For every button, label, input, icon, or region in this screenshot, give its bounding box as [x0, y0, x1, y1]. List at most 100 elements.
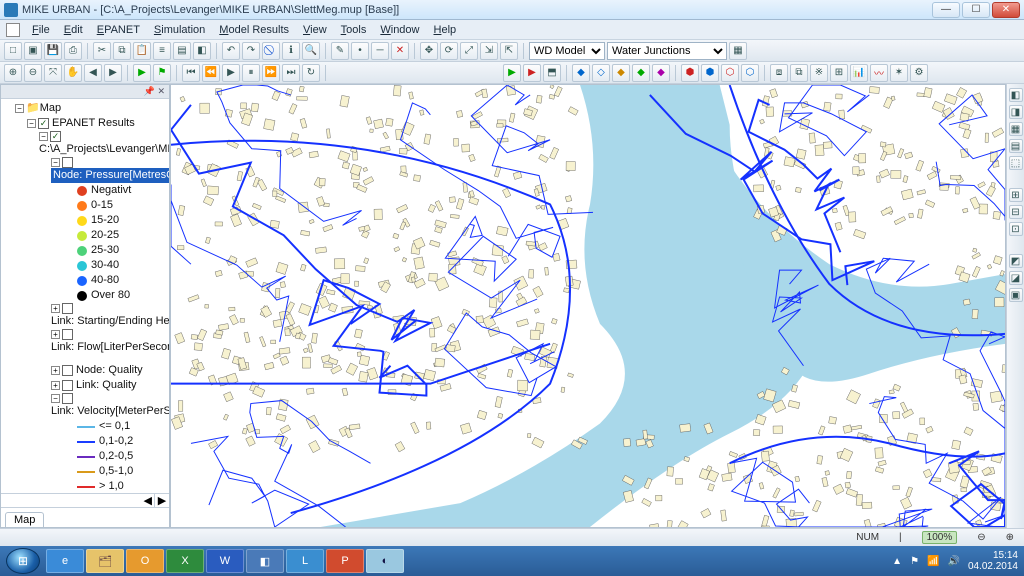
pin-icon[interactable]: 📌 ✕: [144, 86, 165, 97]
twisty-icon[interactable]: −: [51, 394, 60, 403]
redo-icon[interactable]: ↷: [242, 42, 260, 60]
twisty-icon[interactable]: −: [27, 119, 36, 128]
side-icon-k[interactable]: ▣: [1009, 288, 1023, 302]
pencil-icon[interactable]: ✎: [331, 42, 349, 60]
side-icon-b[interactable]: ◨: [1009, 105, 1023, 119]
task-outlook-icon[interactable]: O: [126, 549, 164, 573]
layers-icon[interactable]: ▤: [173, 42, 191, 60]
model-select[interactable]: WD Model: [529, 42, 605, 60]
checkbox[interactable]: [62, 329, 73, 340]
valve-a-icon[interactable]: ⬢: [681, 64, 699, 82]
side-icon-d[interactable]: ▤: [1009, 139, 1023, 153]
node-icon[interactable]: •: [351, 42, 369, 60]
tree-item[interactable]: Link: Velocity[MeterPerS: [51, 404, 169, 419]
prev-view-icon[interactable]: ◀: [84, 64, 102, 82]
water-a-icon[interactable]: ◆: [572, 64, 590, 82]
zoom-plus-icon[interactable]: ⊕: [1006, 532, 1014, 543]
tree-item-selected[interactable]: Node: Pressure[MetresO: [51, 168, 169, 183]
tool-b-icon[interactable]: ⧉: [790, 64, 808, 82]
tree-item[interactable]: EPANET Results: [52, 116, 135, 131]
pan-icon[interactable]: ✋: [64, 64, 82, 82]
close-button[interactable]: ✕: [992, 2, 1020, 18]
twisty-icon[interactable]: +: [51, 366, 60, 375]
join-icon[interactable]: ⇱: [500, 42, 518, 60]
stepback-icon[interactable]: ⏪: [202, 64, 220, 82]
checkbox[interactable]: [38, 118, 49, 129]
task-excel-icon[interactable]: X: [166, 549, 204, 573]
menu-modelresults[interactable]: Model Results: [213, 22, 295, 38]
menu-file[interactable]: File: [26, 22, 56, 38]
tree-item[interactable]: Link: Flow[LiterPerSecon: [51, 340, 169, 355]
tool-e-icon[interactable]: ✶: [890, 64, 908, 82]
undo-icon[interactable]: ↶: [222, 42, 240, 60]
copy-icon[interactable]: ⧉: [113, 42, 131, 60]
print-icon[interactable]: ⎙: [64, 42, 82, 60]
tree-item[interactable]: Link: Quality: [76, 378, 137, 393]
layers-tree[interactable]: −📁 Map −EPANET Results −C:\A_Projects\Le…: [1, 99, 169, 493]
maximize-button[interactable]: ☐: [962, 2, 990, 18]
sim-a-icon[interactable]: ⬒: [543, 64, 561, 82]
checkbox[interactable]: [62, 365, 73, 376]
run-icon[interactable]: ▶: [503, 64, 521, 82]
water-c-icon[interactable]: ◆: [612, 64, 630, 82]
menu-view[interactable]: View: [297, 22, 333, 38]
zoom-in-icon[interactable]: ⊕: [4, 64, 22, 82]
tree-item[interactable]: Node: Quality: [76, 363, 143, 378]
menu-tools[interactable]: Tools: [335, 22, 373, 38]
cut-icon[interactable]: ✂: [93, 42, 111, 60]
new-icon[interactable]: □: [4, 42, 22, 60]
find-icon[interactable]: 🔍: [302, 42, 320, 60]
menu-simulation[interactable]: Simulation: [148, 22, 211, 38]
ffwd-icon[interactable]: ⏭: [282, 64, 300, 82]
split-icon[interactable]: ⇲: [480, 42, 498, 60]
next-view-icon[interactable]: ▶: [104, 64, 122, 82]
status-zoom[interactable]: 100%: [922, 531, 958, 544]
tray-network-icon[interactable]: 📶: [927, 556, 939, 567]
tool-d-icon[interactable]: ⊞: [830, 64, 848, 82]
task-lync-icon[interactable]: L: [286, 549, 324, 573]
scroll-left-icon[interactable]: ◀: [1, 494, 155, 507]
water-d-icon[interactable]: ◆: [632, 64, 650, 82]
db-icon[interactable]: ≡: [153, 42, 171, 60]
rotate-icon[interactable]: ⟳: [440, 42, 458, 60]
scroll-right-icon[interactable]: ▶: [155, 494, 169, 507]
menu-window[interactable]: Window: [374, 22, 425, 38]
task-explorer-icon[interactable]: 🗂: [86, 549, 124, 573]
pipe-icon[interactable]: ─: [371, 42, 389, 60]
open-icon[interactable]: ▣: [24, 42, 42, 60]
twisty-icon[interactable]: −: [39, 132, 48, 141]
twisty-icon[interactable]: −: [15, 104, 24, 113]
stepfwd-icon[interactable]: ⏩: [262, 64, 280, 82]
info-icon[interactable]: ℹ: [282, 42, 300, 60]
twisty-icon[interactable]: −: [51, 158, 60, 167]
tree-item[interactable]: C:\A_Projects\Levanger\MIK: [39, 142, 169, 157]
tray-clock[interactable]: 15:14 04.02.2014: [968, 550, 1018, 572]
paste-icon[interactable]: 📋: [133, 42, 151, 60]
side-icon-e[interactable]: ⬚: [1009, 156, 1023, 170]
tool-f-icon[interactable]: ⚙: [910, 64, 928, 82]
menu-help[interactable]: Help: [428, 22, 463, 38]
tool-a-icon[interactable]: ⧈: [770, 64, 788, 82]
task-app-a-icon[interactable]: ◧: [246, 549, 284, 573]
twisty-icon[interactable]: +: [51, 381, 60, 390]
twisty-icon[interactable]: +: [51, 304, 60, 313]
map-canvas[interactable]: [170, 84, 1006, 528]
valve-b-icon[interactable]: ⬢: [701, 64, 719, 82]
delete-icon[interactable]: ✕: [391, 42, 409, 60]
spark-icon[interactable]: 〰: [870, 64, 888, 82]
playsim-icon[interactable]: ▶: [222, 64, 240, 82]
checkbox[interactable]: [62, 380, 73, 391]
project-icon[interactable]: ◧: [193, 42, 211, 60]
checkbox[interactable]: [62, 157, 73, 168]
side-icon-h[interactable]: ⊡: [1009, 222, 1023, 236]
tab-map[interactable]: Map: [5, 512, 44, 527]
zoom-extent-icon[interactable]: ⤧: [44, 64, 62, 82]
play-icon[interactable]: ▶: [133, 64, 151, 82]
valve-c-icon[interactable]: ⬡: [721, 64, 739, 82]
side-icon-c[interactable]: ▦: [1009, 122, 1023, 136]
side-icon-i[interactable]: ◩: [1009, 254, 1023, 268]
task-word-icon[interactable]: W: [206, 549, 244, 573]
stop-icon[interactable]: ⃠: [262, 42, 280, 60]
side-icon-j[interactable]: ◪: [1009, 271, 1023, 285]
save-icon[interactable]: 💾: [44, 42, 62, 60]
